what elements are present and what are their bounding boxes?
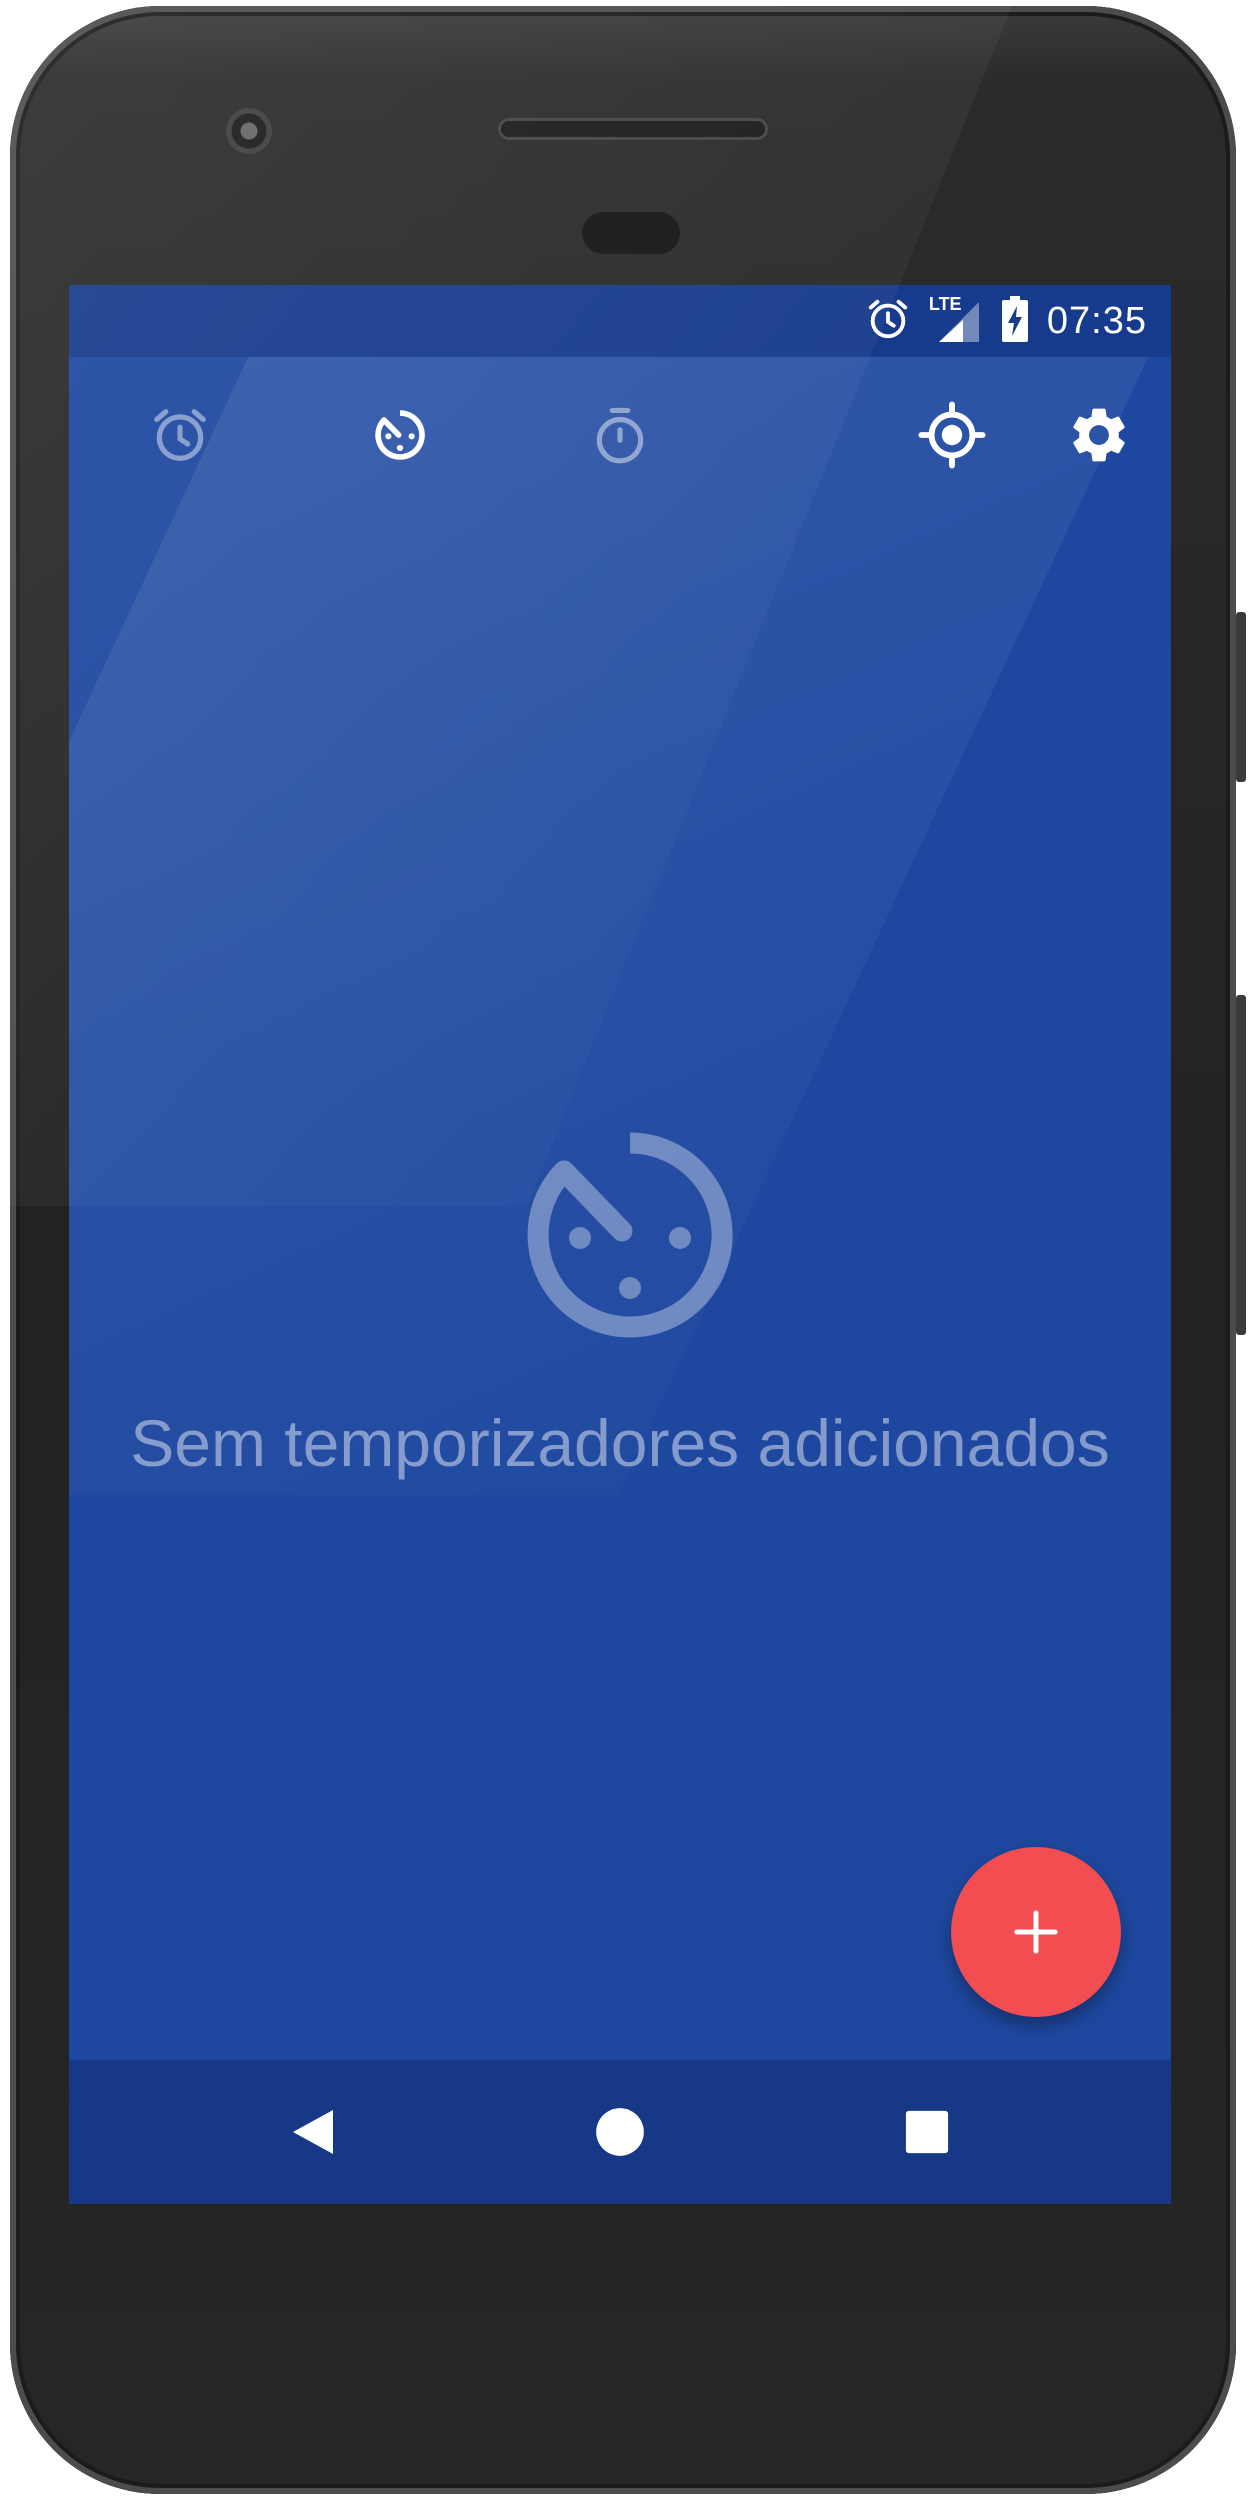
tab-stopwatch[interactable]: [580, 395, 660, 475]
empty-state-message: Sem temporizadores adicionados: [130, 1406, 1110, 1480]
add-timer-button[interactable]: [951, 1847, 1121, 2017]
timer-icon: [375, 410, 425, 460]
status-icons: LTE 07:35: [865, 294, 1147, 347]
status-time: 07:35: [1046, 299, 1147, 342]
alarm-icon: [865, 296, 911, 347]
recents-button[interactable]: [891, 2096, 963, 2168]
signal-icon: LTE: [929, 294, 983, 344]
gear-icon: [1073, 408, 1125, 462]
alarm-clock-icon: [154, 409, 206, 461]
home-button[interactable]: [584, 2096, 656, 2168]
power-button: [1236, 995, 1246, 1335]
gps-target-icon: [918, 401, 986, 469]
navigation-bar: [69, 2060, 1171, 2204]
proximity-sensor: [582, 212, 680, 254]
status-bar: LTE 07:35: [69, 285, 1171, 357]
tab-bar: [69, 357, 1171, 527]
back-icon: [293, 2110, 333, 2154]
volume-button: [1236, 612, 1246, 782]
front-camera: [226, 108, 272, 154]
home-icon: [596, 2108, 644, 2156]
empty-timer-icon: [510, 1115, 750, 1355]
battery-charging-icon: [1001, 295, 1029, 347]
back-button[interactable]: [277, 2096, 349, 2168]
tab-alarm[interactable]: [140, 395, 220, 475]
earpiece-speaker: [498, 118, 768, 140]
screen: LTE 07:35 Sem temporizadores adicionados: [69, 285, 1171, 2204]
stopwatch-icon: [596, 407, 644, 464]
tab-timer[interactable]: [360, 395, 440, 475]
settings-button[interactable]: [1059, 395, 1139, 475]
location-button[interactable]: [912, 395, 992, 475]
plus-icon: [1014, 1910, 1058, 1954]
recents-icon: [905, 2110, 949, 2154]
